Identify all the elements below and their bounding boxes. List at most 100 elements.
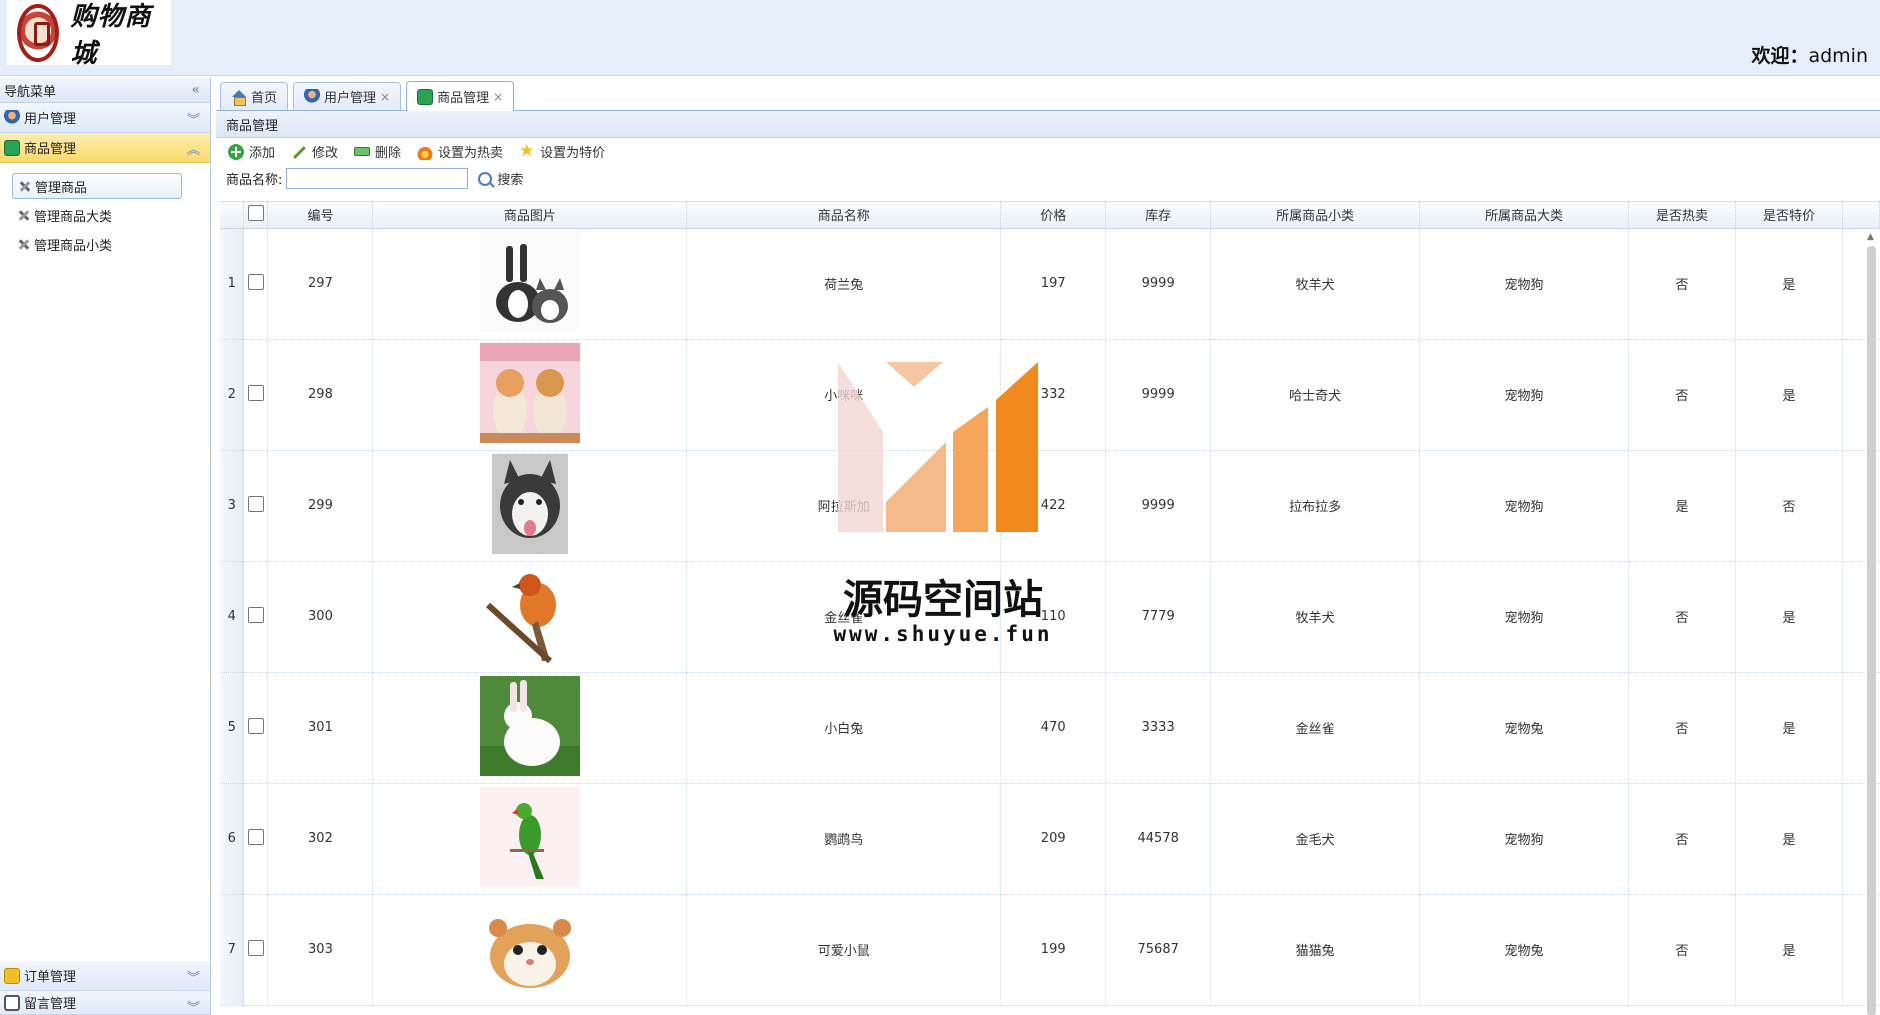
close-icon[interactable]: × bbox=[380, 90, 390, 104]
add-icon bbox=[228, 143, 244, 160]
goods-table: 编号 商品图片 商品名称 价格 库存 所属商品小类 所属商品大类 是否热卖 是否… bbox=[220, 201, 1880, 1015]
image-cell bbox=[372, 672, 688, 784]
row-select-cell bbox=[243, 450, 269, 562]
goods-name-input[interactable] bbox=[286, 168, 469, 189]
column-header[interactable]: 库存 bbox=[1105, 202, 1212, 229]
table-row[interactable]: 5 301 小白兔 470 3333 金丝雀 宠物兔否是 bbox=[220, 672, 1880, 784]
price-cell: 332 bbox=[1000, 339, 1107, 451]
goods-icon bbox=[417, 88, 434, 105]
row-number-cell: 5 bbox=[220, 672, 245, 784]
price-cell: 110 bbox=[1000, 561, 1107, 673]
image-cell bbox=[372, 783, 688, 895]
table-row[interactable]: 3 299 阿拉斯加 422 9999 拉布拉多 宠物狗是否 bbox=[220, 450, 1880, 562]
id-cell: 300 bbox=[267, 561, 374, 673]
special-cell: 是 bbox=[1735, 783, 1843, 895]
nav-panel-order[interactable]: 订单管理 ︾ bbox=[0, 961, 210, 991]
column-header[interactable]: 是否热卖 bbox=[1628, 202, 1736, 229]
column-header[interactable]: 是否特价 bbox=[1735, 202, 1843, 229]
edit-button[interactable]: 修改 bbox=[291, 142, 338, 161]
nav-bottom-panels: 订单管理 ︾ 留言管理 ︾ bbox=[0, 961, 210, 1015]
logo-seal-icon bbox=[17, 3, 59, 62]
table-row[interactable]: 2 298 小咪咪 332 9999 哈士奇犬 宠物狗否是 bbox=[220, 339, 1880, 451]
scroll-up-icon[interactable]: ▲ bbox=[1867, 232, 1874, 242]
order-icon bbox=[4, 967, 20, 984]
nav-item-manage-goods[interactable]: 管理商品 bbox=[12, 173, 182, 199]
column-header[interactable]: 商品图片 bbox=[372, 202, 688, 229]
search-button-label: 搜索 bbox=[497, 173, 524, 188]
nav-panel-goods[interactable]: 商品管理 ︽ bbox=[0, 133, 210, 163]
search-label: 商品名称: bbox=[226, 173, 283, 188]
search-button[interactable]: 搜索 bbox=[478, 169, 523, 188]
id-cell: 302 bbox=[267, 783, 374, 895]
goods-icon bbox=[4, 139, 20, 156]
select-all-checkbox[interactable] bbox=[247, 204, 264, 221]
tab-label: 首页 bbox=[251, 91, 278, 106]
special-cell: 是 bbox=[1735, 894, 1843, 1006]
nav-panel-user[interactable]: 用户管理 ︾ bbox=[0, 103, 210, 133]
chevron-down-icon[interactable]: ︾ bbox=[187, 109, 200, 128]
column-header[interactable]: 编号 bbox=[267, 202, 374, 229]
price-cell: 199 bbox=[1000, 894, 1107, 1006]
add-button[interactable]: 添加 bbox=[228, 142, 275, 161]
scrollbar-thumb[interactable] bbox=[1867, 246, 1876, 1015]
user-icon bbox=[304, 88, 321, 105]
price-cell: 422 bbox=[1000, 450, 1107, 562]
nav-panel-label: 订单管理 bbox=[24, 970, 77, 985]
row-checkbox[interactable] bbox=[247, 606, 264, 623]
row-checkbox[interactable] bbox=[247, 384, 264, 401]
price-cell: 470 bbox=[1000, 672, 1107, 784]
nav-item-manage-category[interactable]: 管理商品大类 bbox=[12, 202, 182, 228]
row-checkbox[interactable] bbox=[247, 939, 264, 956]
name-cell: 金丝雀 bbox=[686, 561, 1002, 673]
column-header[interactable]: 价格 bbox=[1000, 202, 1107, 229]
set-hot-button[interactable]: 设置为热卖 bbox=[417, 142, 503, 161]
message-icon bbox=[4, 994, 20, 1011]
row-number-cell: 1 bbox=[220, 228, 245, 340]
close-icon[interactable]: × bbox=[493, 90, 503, 104]
chevron-down-icon[interactable]: ︾ bbox=[187, 997, 200, 1015]
table-row[interactable]: 4 300 金丝雀 110 7779 牧羊犬 宠物狗否是 bbox=[220, 561, 1880, 673]
chevron-up-icon[interactable]: ︽ bbox=[187, 139, 200, 158]
tab-home[interactable]: 首页 bbox=[220, 82, 289, 110]
id-cell: 297 bbox=[267, 228, 374, 340]
toolbar: 添加 修改 删除 设置为热卖 设置为特价 bbox=[216, 138, 1880, 165]
nav-panel-message[interactable]: 留言管理 ︾ bbox=[0, 991, 210, 1015]
row-checkbox[interactable] bbox=[247, 717, 264, 734]
row-checkbox[interactable] bbox=[247, 828, 264, 845]
name-cell: 鹦鹉鸟 bbox=[686, 783, 1002, 895]
row-select-cell bbox=[243, 894, 269, 1006]
table-row[interactable]: 6 302 鹦鹉鸟 209 44578 金毛犬 宠物狗否是 bbox=[220, 783, 1880, 895]
column-header[interactable]: 所属商品大类 bbox=[1419, 202, 1630, 229]
tab-goods-management[interactable]: 商品管理 × bbox=[406, 81, 515, 111]
image-cell bbox=[372, 450, 688, 562]
table-row[interactable]: 1 297 荷兰兔 197 9999 牧羊犬 宠物狗否是 bbox=[220, 228, 1880, 340]
goods-image bbox=[491, 453, 568, 558]
delete-button[interactable]: 删除 bbox=[354, 142, 401, 161]
category-cell: 宠物狗 bbox=[1419, 228, 1630, 340]
price-cell: 209 bbox=[1000, 783, 1107, 895]
goods-image bbox=[479, 675, 580, 780]
set-special-button[interactable]: 设置为特价 bbox=[519, 141, 605, 162]
stock-cell: 7779 bbox=[1105, 561, 1212, 673]
column-header[interactable]: 商品名称 bbox=[686, 202, 1002, 229]
nav-goods-items: 管理商品 管理商品大类 管理商品小类 bbox=[0, 163, 210, 257]
row-number-cell: 6 bbox=[220, 783, 245, 895]
nav-menu: 导航菜单 « 用户管理 ︾ 商品管理 ︽ 管理商品 管理商品大类 管理商品小类 … bbox=[0, 78, 211, 1015]
logo-text: 购物商城 bbox=[70, 1, 152, 69]
column-header[interactable]: 所属商品小类 bbox=[1210, 202, 1421, 229]
row-checkbox[interactable] bbox=[247, 273, 264, 290]
table-row[interactable]: 7 303 可爱小鼠 199 75687 猫猫兔 宠物兔否是 bbox=[220, 894, 1880, 1006]
row-checkbox[interactable] bbox=[247, 495, 264, 512]
tools-icon bbox=[16, 208, 31, 223]
main-area: 首页 用户管理 × 商品管理 × 商品管理 添加 修改 删除 设置为热卖 ★ 设… bbox=[216, 78, 1880, 1015]
add-label: 添加 bbox=[249, 146, 276, 161]
collapse-nav-icon[interactable]: « bbox=[191, 82, 200, 98]
nav-item-manage-subcategory[interactable]: 管理商品小类 bbox=[12, 231, 182, 257]
nav-panel-label: 留言管理 bbox=[24, 997, 77, 1012]
tab-user-management[interactable]: 用户管理 × bbox=[293, 82, 402, 110]
vertical-scrollbar[interactable]: ▲ bbox=[1864, 232, 1878, 1015]
chevron-down-icon[interactable]: ︾ bbox=[187, 967, 200, 986]
stock-cell: 9999 bbox=[1105, 228, 1212, 340]
nav-item-label: 管理商品小类 bbox=[34, 238, 113, 254]
name-cell: 可爱小鼠 bbox=[686, 894, 1002, 1006]
